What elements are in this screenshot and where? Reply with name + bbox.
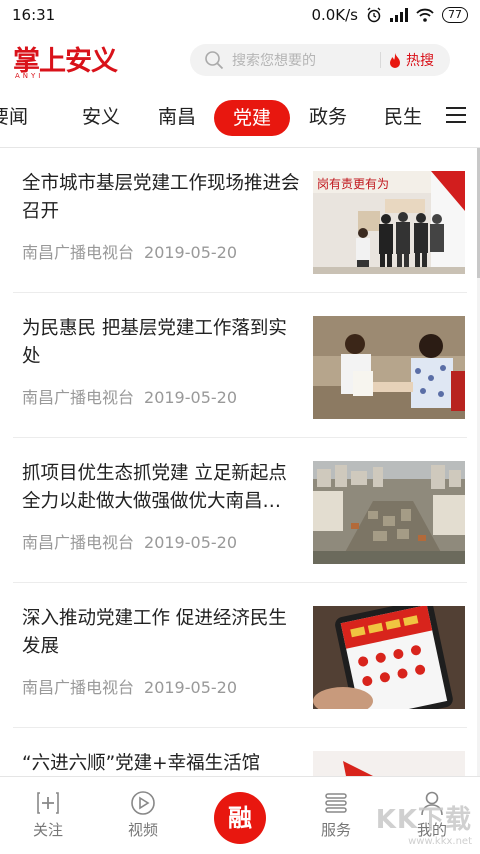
plus-box-icon [37, 792, 59, 814]
article-title: 抓项目优生态抓党建 立足新起点全力以赴做大做强做优大南昌… [22, 463, 287, 512]
wifi-icon [416, 8, 434, 22]
tab-minsheng[interactable]: 民生 [384, 97, 422, 137]
nav-service-label: 服务 [320, 821, 351, 839]
watermark-url: www.kkx.net [408, 836, 472, 847]
nav-video[interactable]: 视频 [103, 777, 183, 854]
article-list: 全市城市基层党建工作现场推进会召开 南昌广播电视台 2019-05-20 岗有责更… [0, 148, 480, 776]
search-divider [380, 52, 381, 68]
article-source: 南昌广播电视台 [22, 243, 135, 262]
meeting-photo: 岗有责更有为 [313, 171, 465, 274]
article-meta: 南昌广播电视台 2019-05-20 [22, 239, 237, 263]
article-date: 2019-05-20 [144, 388, 237, 407]
menu-icon[interactable] [446, 107, 466, 125]
article-source: 南昌广播电视台 [22, 678, 135, 697]
status-time: 16:31 [12, 6, 56, 24]
watermark: KK下载 www.kkx.net [376, 799, 472, 847]
tab-nanchang[interactable]: 南昌 [158, 97, 196, 137]
article-source: 南昌广播电视台 [22, 388, 135, 407]
aerial-city-photo [313, 461, 465, 564]
article-meta: 南昌广播电视台 2019-05-20 [22, 674, 237, 698]
article-title: 深入推动党建工作 促进经济民生发展 [22, 608, 287, 657]
battery-icon: 77 [442, 7, 468, 23]
list-item[interactable]: 深入推动党建工作 促进经济民生发展 南昌广播电视台 2019-05-20 [0, 583, 480, 728]
bottom-nav: 关注 视频 融 服务 我的 KK下载 www.kkx.net [0, 776, 480, 853]
blood-pressure-photo [313, 316, 465, 419]
app-logo[interactable]: 掌上安义 ANYI [13, 43, 118, 81]
article-thumbnail [313, 751, 465, 776]
rong-center-button[interactable]: 融 [214, 792, 266, 844]
category-tabs: 要闻 安义 南昌 党建 政务 民生 [0, 97, 480, 141]
network-speed: 0.0K/s [311, 6, 358, 24]
hot-search-label: 热搜 [406, 53, 434, 69]
search-input[interactable]: 搜索您想要的 [232, 50, 316, 70]
article-thumbnail [313, 316, 465, 419]
list-item[interactable]: 全市城市基层党建工作现场推进会召开 南昌广播电视台 2019-05-20 岗有责更… [0, 148, 480, 293]
article-date: 2019-05-20 [144, 533, 237, 552]
list-item[interactable]: 为民惠民 把基层党建工作落到实处 南昌广播电视台 2019-05-20 [0, 293, 480, 438]
logo-subtext: ANYI [15, 72, 44, 80]
svg-text:岗有责更有为: 岗有责更有为 [317, 177, 389, 191]
nav-service[interactable]: 服务 [296, 777, 376, 854]
article-date: 2019-05-20 [144, 678, 237, 697]
nav-video-label: 视频 [127, 821, 158, 839]
article-title: 全市城市基层党建工作现场推进会召开 [22, 173, 300, 222]
alarm-icon [367, 7, 381, 23]
tab-dangjian[interactable]: 党建 [214, 100, 290, 136]
search-icon [205, 51, 224, 70]
app-header: 掌上安义 ANYI 搜索您想要的 热搜 [0, 30, 480, 90]
search-bar[interactable]: 搜索您想要的 热搜 [190, 44, 450, 76]
article-thumbnail [313, 461, 465, 564]
flame-icon [390, 52, 400, 68]
article-meta: 南昌广播电视台 2019-05-20 [22, 529, 237, 553]
article-title: “六进六顺”党建+幸福生活馆 [22, 753, 261, 774]
status-bar: 16:31 0.0K/s 77 [0, 0, 480, 30]
watermark-logo: KK下载 [375, 805, 472, 835]
tab-yaowen[interactable]: 要闻 [0, 97, 28, 137]
nav-follow[interactable]: 关注 [8, 777, 88, 854]
article-thumbnail: 岗有责更有为 [313, 171, 465, 274]
tab-anyi[interactable]: 安义 [82, 97, 120, 137]
nav-follow-label: 关注 [32, 821, 63, 839]
list-item[interactable]: 抓项目优生态抓党建 立足新起点全力以赴做大做强做优大南昌… 南昌广播电视台 201… [0, 438, 480, 583]
list-icon [325, 793, 347, 813]
article-thumbnail [313, 606, 465, 709]
article-source: 南昌广播电视台 [22, 533, 135, 552]
article-date: 2019-05-20 [144, 243, 237, 262]
play-circle-icon [131, 791, 155, 815]
flag-photo [313, 751, 465, 776]
article-meta: 南昌广播电视台 2019-05-20 [22, 384, 237, 408]
phone-app-photo [313, 606, 465, 709]
hot-search-button[interactable]: 热搜 [388, 44, 434, 76]
article-title: 为民惠民 把基层党建工作落到实处 [22, 318, 287, 367]
list-item[interactable]: “六进六顺”党建+幸福生活馆 [0, 728, 480, 776]
signal-icon [390, 8, 408, 22]
status-icons: 0.0K/s 77 [311, 6, 468, 24]
tab-zhengwu[interactable]: 政务 [309, 97, 347, 137]
